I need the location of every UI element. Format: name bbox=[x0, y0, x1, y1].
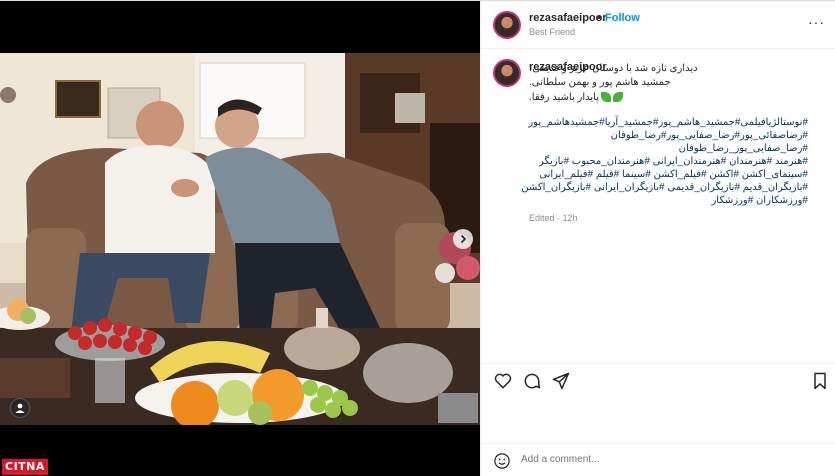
post-caption: rezasafaeipoor دیداری تازه شد با دوستان … bbox=[481, 55, 835, 355]
caption-line-with-emoji: پایدار باشید رفقا. bbox=[529, 90, 769, 104]
separator-dot: • bbox=[597, 12, 601, 24]
hashtag-line[interactable]: #ورزشکاران #ورزشکار bbox=[711, 195, 808, 206]
hashtag-line[interactable]: #نوستالژیافیلمی#جمشید_هاشم_پور#جمشید_آری… bbox=[528, 117, 808, 128]
send-icon[interactable] bbox=[551, 371, 571, 391]
post-photo[interactable] bbox=[0, 53, 480, 425]
comment-icon[interactable] bbox=[522, 371, 542, 391]
post-actions-bar bbox=[481, 363, 835, 399]
comment-bar bbox=[481, 443, 835, 476]
post-timestamp: Edited · 12h bbox=[529, 213, 578, 223]
bookmark-icon[interactable] bbox=[810, 371, 830, 391]
user-tag-icon[interactable] bbox=[10, 398, 30, 418]
leaf-emoji-icon bbox=[601, 92, 611, 102]
citna-watermark-logo: CITNA bbox=[2, 459, 48, 475]
avatar[interactable] bbox=[493, 11, 521, 39]
post-media: CITNA bbox=[0, 1, 480, 476]
emoji-icon[interactable] bbox=[493, 452, 511, 470]
post-location-subtitle[interactable]: Best Friend bbox=[529, 27, 575, 37]
avatar[interactable] bbox=[493, 59, 521, 87]
follow-button[interactable]: Follow bbox=[605, 12, 640, 24]
caption-line: پایدار باشید رفقا. bbox=[529, 91, 599, 103]
chevron-right-icon[interactable] bbox=[453, 229, 473, 249]
comment-input[interactable] bbox=[521, 454, 781, 465]
caption-line: دیداری تازه شد با دوستان عزیز و قدیمی، bbox=[529, 63, 698, 74]
instagram-post-window: CITNA rezasafaeipoor • Follow Best Frien… bbox=[0, 0, 835, 476]
hashtag-line[interactable]: #سینمای_اکشن #اکشن #فیلم_اکشن #سینما #فی… bbox=[539, 169, 808, 180]
heart-icon[interactable] bbox=[493, 371, 513, 391]
hashtag-line[interactable]: #رضا_صفایی_پور_رضا_طوفان bbox=[679, 143, 808, 154]
hashtag-line[interactable]: #بازیگران_قدیم #بازیگران_قدیمی #بازیگران… bbox=[521, 182, 808, 193]
post-author-username[interactable]: rezasafaeipoor bbox=[529, 12, 607, 24]
caption-line: جمشید هاشم پور و بهمن سلطانی. bbox=[529, 77, 671, 88]
hashtag-line[interactable]: #هنرمند #هنرمندان #هنرمندان_ایرانی #هنرم… bbox=[539, 156, 808, 167]
post-side-panel: rezasafaeipoor • Follow Best Friend ··· … bbox=[480, 1, 835, 476]
more-options-icon[interactable]: ··· bbox=[808, 14, 825, 30]
hashtag-line[interactable]: #رضاصفائی_پور#رضا_صفایی_پور#رضا_طوفان bbox=[611, 130, 808, 141]
post-header: rezasafaeipoor • Follow Best Friend ··· bbox=[481, 1, 835, 49]
leaf-emoji-icon bbox=[613, 92, 623, 102]
